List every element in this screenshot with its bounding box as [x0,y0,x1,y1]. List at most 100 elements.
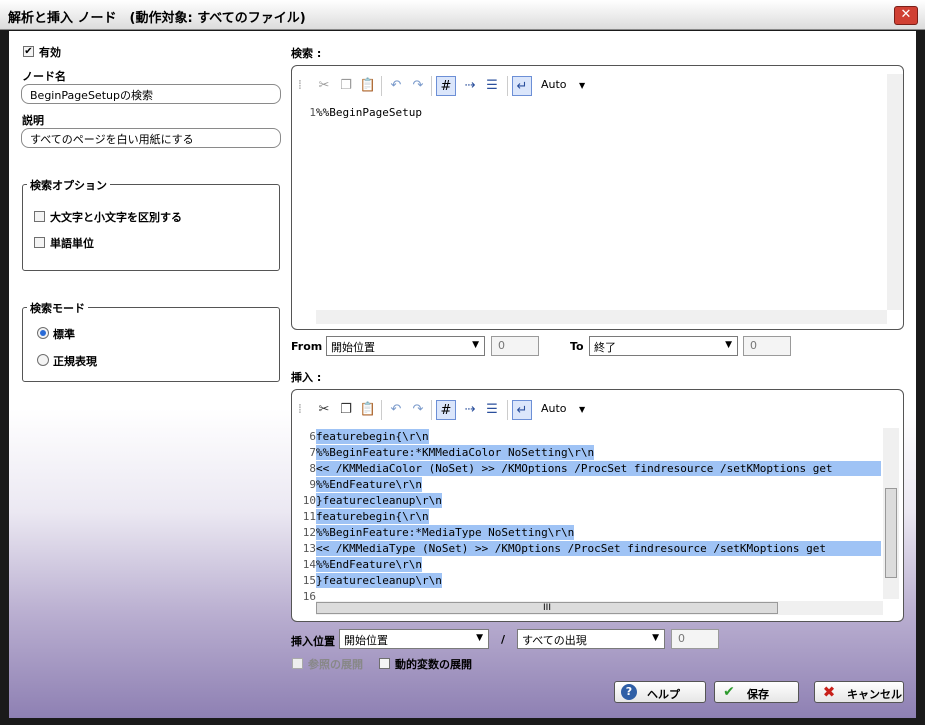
line-numbers-icon[interactable]: # [436,400,456,420]
redo-icon[interactable]: ↷ [408,400,428,420]
line-number: 7 [309,446,316,459]
help-button-label: ヘルプ [647,688,680,701]
cancel-x-icon: ✖ [822,683,836,701]
dynamic-expand-checkbox[interactable] [379,658,390,669]
show-whitespace-icon[interactable]: ⇢ [460,400,480,420]
close-icon[interactable]: ✕ [894,6,918,25]
search-mode-legend: 検索モード [27,300,88,316]
line-numbers-icon[interactable]: # [436,76,456,96]
encoding-dropdown-icon[interactable]: ▼ [579,405,585,414]
line-number: 15 [302,574,316,587]
search-horizontal-scrollbar[interactable] [316,310,887,324]
chevron-down-icon: ▼ [652,633,659,643]
toolbar-separator [381,76,382,96]
whole-word-checkbox[interactable] [34,237,45,248]
reference-expand-label: 参照の展開 [308,658,363,671]
redo-icon[interactable]: ↷ [408,76,428,96]
toolbar-grip-icon: ⁞ [297,78,303,93]
reference-expand-checkbox[interactable] [292,658,303,669]
search-editor: ⁞ ✂ ❐ 📋 ↶ ↷ # ⇢ ☰ ↵ Auto ▼ 1 %%BeginPage… [291,65,904,330]
indent-icon[interactable]: ☰ [482,400,502,420]
line-number: 8 [309,462,316,475]
code-line[interactable]: << /KMMediaColor (NoSet) >> /KMOptions /… [316,461,881,476]
scroll-thumb[interactable] [885,488,897,578]
line-number: 6 [309,430,316,443]
help-icon: ? [621,684,637,700]
code-line[interactable]: %%BeginFeature:*MediaType NoSetting\r\n [316,525,575,540]
insert-position-label: 挿入位置 [291,635,335,648]
line-number: 1 [309,106,316,119]
code-line[interactable]: %%EndFeature\r\n [316,557,422,572]
enabled-label: 有効 [39,46,61,59]
save-button[interactable]: ✔ 保存 [714,681,799,703]
node-name-field[interactable]: BeginPageSetupの検索 [21,84,281,104]
code-line[interactable]: }featurecleanup\r\n [316,573,442,588]
dialog-window: 解析と挿入 ノード (動作対象: すべてのファイル) ✕ ✔ 有効 ノード名 B… [0,0,925,725]
line-number: 16 [302,590,316,603]
cancel-button-label: キャンセル [847,688,902,701]
chevron-down-icon: ▼ [472,340,479,350]
cut-icon[interactable]: ✂ [314,76,334,96]
search-toolbar: ⁞ ✂ ❐ 📋 ↶ ↷ # ⇢ ☰ ↵ Auto ▼ [292,66,903,102]
chevron-down-icon: ▼ [725,340,732,350]
description-field[interactable]: すべてのページを白い用紙にする [21,128,281,148]
cut-icon[interactable]: ✂ [314,400,334,420]
undo-icon[interactable]: ↶ [386,76,406,96]
occurrence-dropdown[interactable]: すべての出現 ▼ [517,629,665,649]
chevron-down-icon: ▼ [476,633,483,643]
toolbar-separator [431,400,432,420]
paste-icon[interactable]: 📋 [358,400,378,420]
case-sensitive-checkbox[interactable] [34,211,45,222]
encoding-label: Auto [541,78,567,91]
code-line[interactable]: %%EndFeature\r\n [316,477,422,492]
undo-icon[interactable]: ↶ [386,400,406,420]
scroll-thumb[interactable]: III [316,602,778,614]
mode-standard-radio[interactable] [37,327,49,339]
copy-icon[interactable]: ❐ [336,400,356,420]
title-bar[interactable]: 解析と挿入 ノード (動作対象: すべてのファイル) ✕ [0,0,925,30]
code-line[interactable]: %%BeginPageSetup [316,105,422,120]
toolbar-separator [507,76,508,96]
to-dropdown[interactable]: 終了 ▼ [589,336,738,356]
insert-position-value: 開始位置 [344,634,388,647]
occurrence-value: すべての出現 [522,634,587,647]
encoding-dropdown-icon[interactable]: ▼ [579,81,585,90]
code-line[interactable]: }featurecleanup\r\n [316,493,442,508]
toolbar-separator [431,76,432,96]
cancel-button[interactable]: ✖ キャンセル [814,681,904,703]
word-wrap-icon[interactable]: ↵ [512,400,532,420]
to-dropdown-value: 終了 [594,341,616,354]
indent-icon[interactable]: ☰ [482,76,502,96]
insert-vertical-scrollbar[interactable] [883,428,899,599]
search-options-legend: 検索オプション [27,177,110,193]
to-number-field[interactable]: 0 [743,336,791,356]
copy-icon[interactable]: ❐ [336,76,356,96]
description-label: 説明 [22,114,44,127]
mode-regex-radio[interactable] [37,354,49,366]
toolbar-grip-icon: ⁞ [297,402,303,417]
from-number-field[interactable]: 0 [491,336,539,356]
from-dropdown[interactable]: 開始位置 ▼ [326,336,485,356]
code-line[interactable]: featurebegin{\r\n [316,509,429,524]
toolbar-separator [381,400,382,420]
code-line[interactable]: %%BeginFeature:*KMMediaColor NoSetting\r… [316,445,595,460]
enabled-checkbox[interactable]: ✔ [23,46,34,57]
toolbar-separator [507,400,508,420]
help-button[interactable]: ? ヘルプ [614,681,706,703]
paste-icon[interactable]: 📋 [358,76,378,96]
code-line[interactable]: << /KMMediaType (NoSet) >> /KMOptions /P… [316,541,881,556]
code-line[interactable]: featurebegin{\r\n [316,429,429,444]
insert-horizontal-scrollbar[interactable]: III [316,601,883,615]
window-title: 解析と挿入 ノード (動作対象: すべてのファイル) [8,11,306,26]
search-vertical-scrollbar[interactable] [887,74,903,310]
insert-editor: ⁞ ✂ ❐ 📋 ↶ ↷ # ⇢ ☰ ↵ Auto ▼ 6 featurebegi… [291,389,904,622]
insert-position-dropdown[interactable]: 開始位置 ▼ [339,629,489,649]
search-mode-group: 検索モード 標準 正規表現 [22,300,280,382]
slash-separator: / [501,633,506,646]
occurrence-count-field[interactable]: 0 [671,629,719,649]
dialog-client: ✔ 有効 ノード名 BeginPageSetupの検索 説明 すべてのページを白… [9,31,916,718]
word-wrap-icon[interactable]: ↵ [512,76,532,96]
to-label: To [570,340,584,353]
insert-toolbar: ⁞ ✂ ❐ 📋 ↶ ↷ # ⇢ ☰ ↵ Auto ▼ [292,390,903,426]
show-whitespace-icon[interactable]: ⇢ [460,76,480,96]
